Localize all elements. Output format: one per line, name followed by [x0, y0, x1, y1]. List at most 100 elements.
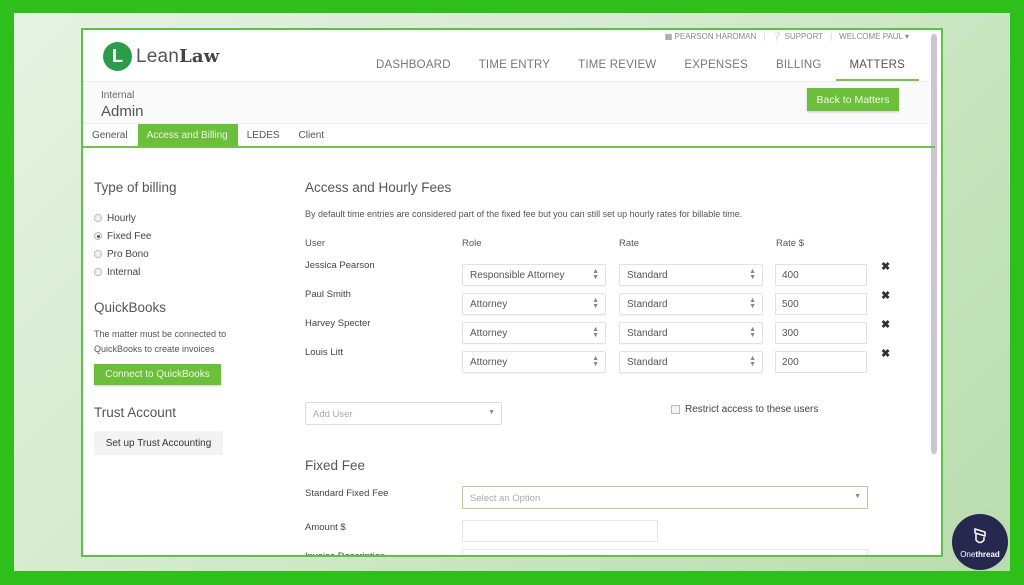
- rate-value: Standard: [627, 357, 668, 368]
- divider: |: [830, 32, 833, 41]
- remove-user-icon[interactable]: ✖: [881, 318, 890, 331]
- role-select[interactable]: Attorney ▲ ▼: [462, 293, 606, 315]
- rate-select[interactable]: Standard ▲ ▼: [619, 293, 763, 315]
- rate-select[interactable]: Standard ▲ ▼: [619, 322, 763, 344]
- user-menu[interactable]: WELCOME PAUL ▾: [839, 32, 909, 41]
- checkbox[interactable]: [671, 405, 680, 414]
- tab-ledes[interactable]: LEDES: [238, 124, 290, 146]
- logo-icon: L: [103, 42, 132, 71]
- fixed-fee-title: Fixed Fee: [305, 458, 366, 473]
- firm-label: PEARSON HARDMAN: [674, 32, 757, 41]
- tab-general[interactable]: General: [83, 124, 138, 146]
- radio-hourly[interactable]: Hourly: [94, 209, 284, 227]
- column-header-rate: Rate: [619, 238, 640, 249]
- remove-user-icon[interactable]: ✖: [881, 289, 890, 302]
- divider: |: [763, 32, 766, 41]
- back-to-matters-button[interactable]: Back to Matters: [807, 88, 899, 111]
- onethread-text: Onethread: [960, 550, 1000, 559]
- column-header-role: Role: [462, 238, 482, 249]
- radio-fixed-fee[interactable]: Fixed Fee: [94, 227, 284, 245]
- add-user-select[interactable]: Add User ▼: [305, 402, 502, 425]
- rate-amount-input[interactable]: 500: [775, 293, 867, 315]
- standard-fixed-fee-placeholder: Select an Option: [470, 493, 541, 504]
- role-select[interactable]: Attorney ▲ ▼: [462, 322, 606, 344]
- invoice-description-label: Invoice Description: [305, 551, 386, 557]
- role-select[interactable]: Attorney ▲ ▼: [462, 351, 606, 373]
- updown-icon: ▲ ▼: [749, 326, 756, 339]
- firm-link[interactable]: ▦ PEARSON HARDMAN: [665, 32, 757, 41]
- updown-icon: ▲ ▼: [749, 355, 756, 368]
- nav-dashboard[interactable]: DASHBOARD: [362, 52, 465, 81]
- help-icon: ❔: [772, 32, 783, 41]
- rate-select[interactable]: Standard ▲ ▼: [619, 264, 763, 286]
- support-link[interactable]: ❔ SUPPORT: [772, 32, 823, 41]
- tab-access-and-billing[interactable]: Access and Billing: [137, 124, 238, 146]
- role-select[interactable]: Responsible Attorney ▲ ▼: [462, 264, 606, 286]
- right-column: Access and Hourly Fees By default time e…: [305, 180, 905, 555]
- radio-label: Hourly: [107, 212, 136, 224]
- caret-down-icon: ▼: [488, 409, 495, 416]
- role-value: Attorney: [470, 299, 508, 310]
- caret-down-icon: ▼: [854, 493, 861, 500]
- updown-icon: ▲ ▼: [592, 297, 599, 310]
- welcome-label: WELCOME PAUL: [839, 32, 903, 41]
- radio-button[interactable]: [94, 232, 102, 240]
- radio-button[interactable]: [94, 250, 102, 258]
- user-name: Louis Litt: [305, 347, 344, 358]
- nav-matters[interactable]: MATTERS: [835, 52, 919, 81]
- rate-value: Standard: [627, 270, 668, 281]
- radio-button[interactable]: [94, 268, 102, 276]
- user-row: Jessica Pearson Responsible Attorney ▲ ▼ S…: [305, 260, 905, 286]
- setup-trust-accounting-button[interactable]: Set up Trust Accounting: [94, 431, 223, 455]
- nav-billing[interactable]: BILLING: [762, 52, 836, 81]
- standard-fixed-fee-label: Standard Fixed Fee: [305, 488, 389, 499]
- matter-header: Internal Admin Back to Matters: [83, 82, 929, 124]
- role-value: Responsible Attorney: [470, 270, 565, 281]
- radio-button[interactable]: [94, 214, 102, 222]
- caret-down-icon: ▾: [904, 32, 909, 41]
- nav-expenses[interactable]: EXPENSES: [670, 52, 762, 81]
- remove-user-icon[interactable]: ✖: [881, 260, 890, 273]
- app-window: L LeanLaw ▦ PEARSON HARDMAN | ❔ SUPPORT …: [81, 28, 943, 557]
- vertical-scrollbar[interactable]: [931, 34, 937, 454]
- user-name: Jessica Pearson: [305, 260, 375, 271]
- restrict-access-checkbox[interactable]: Restrict access to these users: [671, 404, 818, 415]
- onethread-watermark: Onethread: [952, 514, 1008, 570]
- radio-label: Fixed Fee: [107, 230, 152, 242]
- quickbooks-description-line: QuickBooks to create invoices: [94, 344, 215, 354]
- connect-quickbooks-button[interactable]: Connect to QuickBooks: [94, 364, 221, 385]
- trust-account-title: Trust Account: [94, 405, 177, 420]
- logo-text: LeanLaw: [136, 46, 220, 68]
- standard-fixed-fee-select[interactable]: Select an Option ▼: [462, 486, 868, 509]
- logo-text-light: Lean: [136, 45, 180, 67]
- billing-type-title: Type of billing: [94, 180, 177, 195]
- quickbooks-title: QuickBooks: [94, 300, 167, 315]
- logo[interactable]: L LeanLaw: [103, 42, 220, 71]
- main-nav: DASHBOARD TIME ENTRY TIME REVIEW EXPENSE…: [362, 52, 919, 81]
- onethread-logo-icon: [974, 527, 986, 543]
- radio-pro-bono[interactable]: Pro Bono: [94, 245, 284, 263]
- radio-internal[interactable]: Internal: [94, 263, 284, 281]
- matter-subtitle: Internal: [101, 90, 135, 101]
- rate-amount-input[interactable]: 300: [775, 322, 867, 344]
- user-name: Paul Smith: [305, 289, 351, 300]
- nav-time-entry[interactable]: TIME ENTRY: [465, 52, 564, 81]
- role-value: Attorney: [470, 328, 508, 339]
- radio-label: Internal: [107, 266, 141, 278]
- updown-icon: ▲ ▼: [592, 326, 599, 339]
- column-header-rate-amount: Rate $: [776, 238, 804, 249]
- user-row: Harvey Specter Attorney ▲ ▼ Standard ▲ ▼ 300…: [305, 318, 905, 344]
- restrict-access-label: Restrict access to these users: [685, 404, 819, 415]
- nav-time-review[interactable]: TIME REVIEW: [564, 52, 670, 81]
- access-description: By default time entries are considered p…: [305, 209, 743, 219]
- tab-client[interactable]: Client: [290, 124, 335, 146]
- rate-amount-input[interactable]: 200: [775, 351, 867, 373]
- rate-select[interactable]: Standard ▲ ▼: [619, 351, 763, 373]
- invoice-description-textarea[interactable]: [462, 549, 868, 555]
- building-icon: ▦: [664, 32, 673, 41]
- amount-input[interactable]: [462, 520, 658, 542]
- rate-amount-input[interactable]: 400: [775, 264, 867, 286]
- remove-user-icon[interactable]: ✖: [881, 347, 890, 360]
- user-row: Paul Smith Attorney ▲ ▼ Standard ▲ ▼ 500 ✖: [305, 289, 905, 315]
- left-column: Type of billing Hourly Fixed Fee Pro Bon…: [94, 180, 284, 455]
